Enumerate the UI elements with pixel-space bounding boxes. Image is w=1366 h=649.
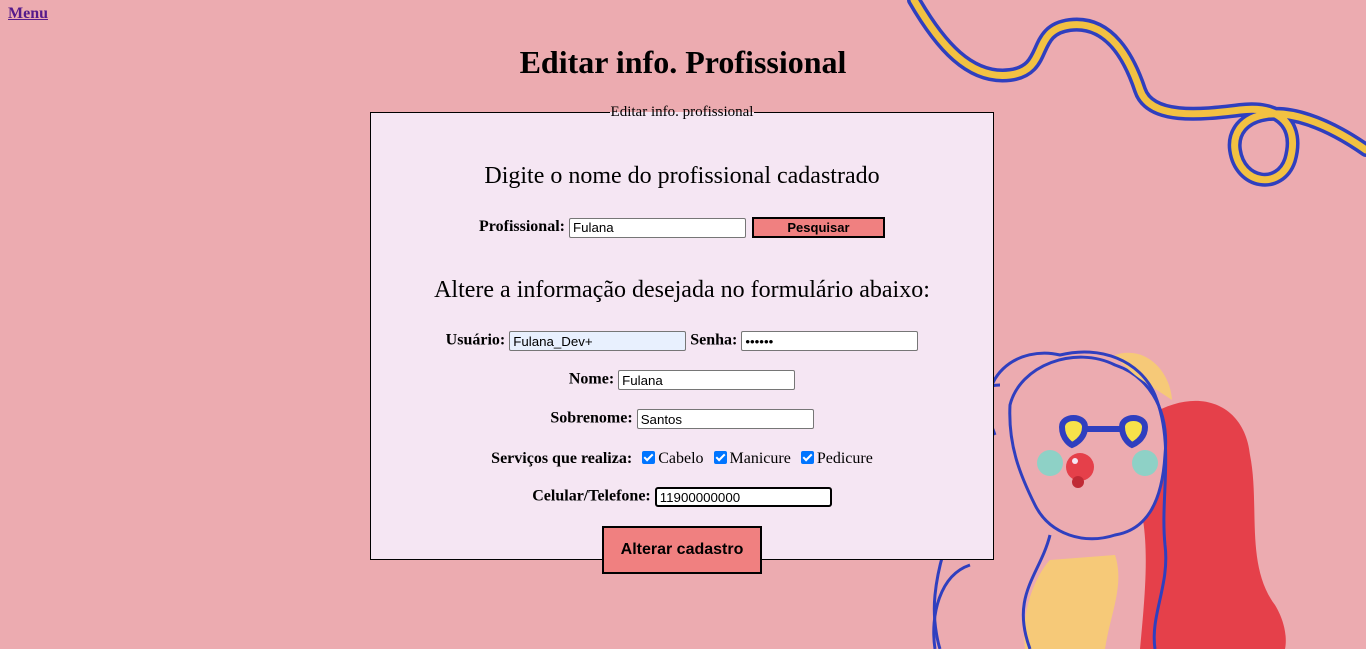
- edit-heading: Altere a informação desejada no formulár…: [434, 277, 930, 303]
- profissional-label: Profissional:: [479, 218, 565, 236]
- nome-row: Nome:: [371, 370, 993, 390]
- sobrenome-row: Sobrenome:: [371, 409, 993, 429]
- servicos-row: Serviços que realiza: Cabelo Manicure Pe…: [371, 450, 993, 468]
- professional-form: Editar info. profissional Digite o nome …: [370, 104, 994, 574]
- servicos-label: Serviços que realiza:: [491, 450, 633, 467]
- form-legend: Editar info. profissional: [610, 104, 754, 120]
- credentials-row: Usuário: Senha:: [371, 331, 993, 351]
- sobrenome-input[interactable]: [636, 409, 814, 429]
- telefone-input[interactable]: [654, 487, 832, 507]
- search-row: Profissional: Pesquisar: [371, 217, 993, 238]
- search-button[interactable]: Pesquisar: [751, 217, 885, 238]
- cabelo-label: Cabelo: [658, 450, 704, 467]
- search-heading: Digite o nome do profissional cadastrado: [484, 163, 880, 189]
- usuario-input[interactable]: [509, 331, 687, 351]
- usuario-label: Usuário:: [445, 331, 506, 349]
- nome-label: Nome:: [568, 370, 615, 388]
- submit-row: Alterar cadastro: [371, 526, 993, 574]
- manicure-checkbox[interactable]: [713, 451, 727, 464]
- senha-label: Senha:: [690, 331, 738, 349]
- cabelo-checkbox[interactable]: [642, 451, 656, 464]
- sobrenome-label: Sobrenome:: [550, 409, 633, 427]
- telefone-label: Celular/Telefone:: [532, 487, 651, 505]
- menu-link[interactable]: Menu: [8, 5, 48, 23]
- pedicure-label: Pedicure: [816, 450, 873, 467]
- alterar-cadastro-button[interactable]: Alterar cadastro: [602, 526, 762, 574]
- senha-input[interactable]: [741, 331, 919, 351]
- pedicure-checkbox[interactable]: [800, 451, 814, 464]
- nome-input[interactable]: [618, 370, 796, 390]
- profissional-input[interactable]: [568, 217, 746, 238]
- manicure-label: Manicure: [729, 450, 791, 467]
- telefone-row: Celular/Telefone:: [371, 487, 993, 507]
